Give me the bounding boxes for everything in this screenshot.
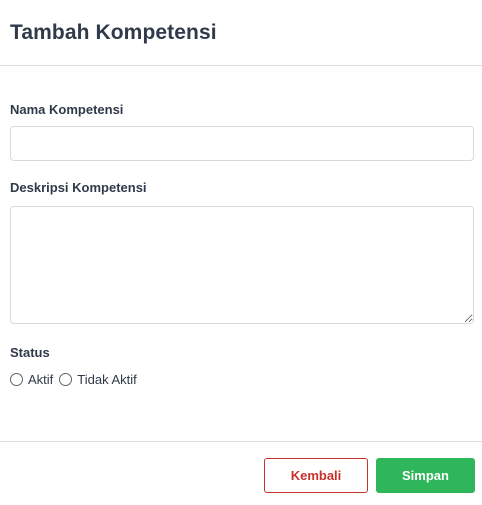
status-option-aktif[interactable]: Aktif [10, 372, 53, 387]
status-label: Status [10, 345, 50, 360]
status-option-tidak-aktif[interactable]: Tidak Aktif [59, 372, 137, 387]
modal-header: Tambah Kompetensi [0, 0, 482, 66]
nama-kompetensi-input[interactable] [10, 126, 474, 161]
deskripsi-kompetensi-textarea[interactable] [10, 206, 474, 324]
save-button[interactable]: Simpan [376, 458, 475, 493]
modal-body: Nama Kompetensi Deskripsi Kompetensi Sta… [0, 102, 482, 387]
deskripsi-kompetensi-label: Deskripsi Kompetensi [10, 180, 147, 195]
radio-tidak-aktif-label: Tidak Aktif [77, 372, 137, 387]
nama-kompetensi-label: Nama Kompetensi [10, 102, 124, 117]
back-button[interactable]: Kembali [264, 458, 368, 493]
radio-tidak-aktif[interactable] [59, 373, 73, 386]
status-radio-group: Aktif Tidak Aktif [10, 372, 474, 387]
radio-aktif[interactable] [10, 373, 23, 386]
radio-aktif-label: Aktif [28, 372, 54, 387]
add-competency-modal: Tambah Kompetensi Nama Kompetensi Deskri… [0, 0, 482, 505]
modal-title: Tambah Kompetensi [10, 20, 217, 44]
modal-footer: Kembali Simpan [0, 441, 482, 505]
